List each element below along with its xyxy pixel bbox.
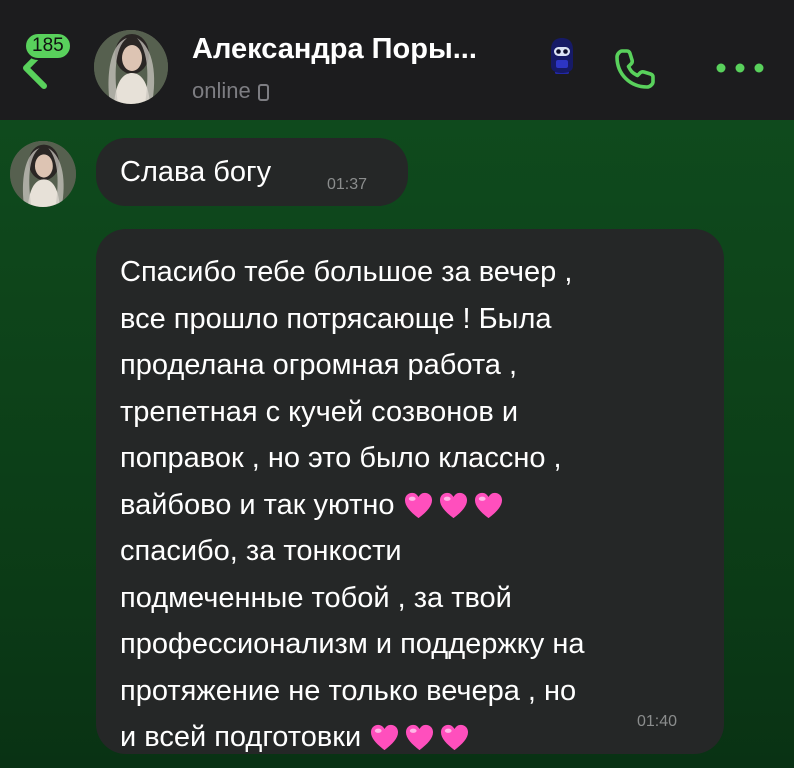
message-bubble[interactable]: Спасибо тебе большое за вечер , все прош… (96, 229, 724, 754)
avatar-photo-icon (10, 141, 76, 207)
pink-heart-emoji (403, 491, 434, 520)
phone-device-icon (257, 84, 269, 101)
unread-count-badge: 185 (24, 32, 72, 60)
contact-avatar[interactable] (94, 30, 168, 104)
message-line: спасибо, за тонкости (120, 535, 402, 567)
message-line: все прошло потрясающе ! Была (120, 302, 552, 335)
message-line: поправок , но это было классно , (120, 442, 562, 474)
pink-heart-emoji (438, 491, 469, 520)
chat-header: 185 Александра Поры... online (0, 0, 794, 120)
status-text: online (192, 78, 251, 103)
avatar-photo-icon (94, 30, 168, 104)
message-text: Спасибо тебе большое за вечер , все прош… (120, 249, 700, 761)
chat-area[interactable]: Слава богу 01:37 Спасибо тебе большое за… (0, 120, 794, 768)
contact-name[interactable]: Александра Поры... (192, 33, 477, 66)
message-line: подмеченные тобой , за твой (120, 581, 512, 614)
message-line: проделана огромная работа , (120, 349, 518, 381)
message-line: вайбово и так уютно (120, 488, 395, 521)
ninja-emoji-icon[interactable] (548, 36, 576, 76)
sender-avatar[interactable] (10, 141, 76, 207)
message-line: трепетная с кучей созвонов и (120, 395, 519, 428)
phone-icon[interactable] (611, 43, 661, 93)
message-line: протяжение не только вечера , но (120, 674, 577, 707)
pink-heart-emoji (439, 723, 470, 752)
message-time: 01:40 (637, 713, 678, 730)
back-button[interactable]: 185 (14, 30, 74, 89)
pink-heart-emoji (473, 491, 504, 520)
message-line: профессионализм и поддержку на (120, 628, 585, 660)
message-line: Спасибо тебе большое за вечер , (120, 256, 573, 288)
message-time: 01:37 (327, 176, 368, 193)
pink-heart-emoji (404, 723, 435, 752)
pink-heart-emoji (369, 723, 400, 752)
message-text: Слава богу (120, 156, 272, 188)
message-line: и всей подготовки (120, 721, 362, 753)
message-bubble[interactable]: Слава богу 01:37 (96, 138, 408, 206)
more-dots-icon[interactable] (712, 56, 768, 80)
contact-status: online (192, 78, 269, 104)
